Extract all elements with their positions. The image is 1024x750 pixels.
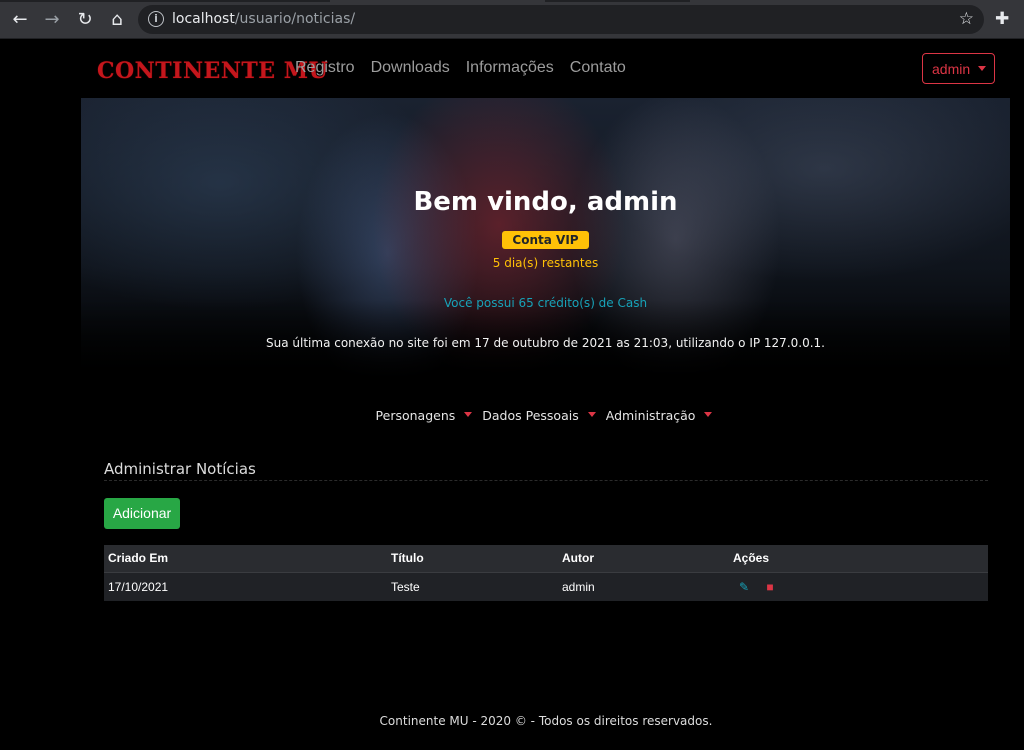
- submenu-administracao[interactable]: Administração: [606, 408, 713, 423]
- news-table: Criado Em Título Autor Ações 17/10/2021 …: [104, 545, 988, 601]
- chevron-down-icon: [587, 412, 596, 417]
- site-logo[interactable]: CONTINENTE MU: [97, 58, 328, 84]
- vip-badge: Conta VIP: [502, 231, 589, 249]
- cell-actions: ✎ ■: [729, 572, 988, 601]
- site-navbar: CONTINENTE MU Registro Downloads Informa…: [0, 39, 1024, 98]
- extensions-puzzle-icon[interactable]: ✚: [995, 9, 1015, 29]
- cell-date: 17/10/2021: [104, 572, 387, 601]
- submenu-label: Dados Pessoais: [482, 408, 579, 423]
- bookmark-star-icon[interactable]: ☆: [959, 9, 974, 29]
- url-path: /usuario/noticias/: [234, 11, 356, 27]
- site-info-icon[interactable]: i: [148, 11, 164, 27]
- page-title: Administrar Notícias: [104, 460, 256, 478]
- table-header-row: Criado Em Título Autor Ações: [104, 545, 988, 573]
- cell-title: Teste: [387, 572, 558, 601]
- chevron-down-icon: [464, 412, 473, 417]
- address-bar[interactable]: i localhost/usuario/noticias/ ☆: [138, 5, 984, 34]
- chevron-down-icon: [978, 66, 987, 71]
- tab-strip-edge: [545, 0, 690, 2]
- delete-trash-icon[interactable]: ■: [763, 580, 777, 594]
- submenu-label: Administração: [605, 408, 696, 423]
- menu-item-informacoes[interactable]: Informações: [466, 59, 554, 77]
- home-icon[interactable]: ⌂: [106, 9, 128, 31]
- account-submenu: Personagens Dados Pessoais Administração: [0, 408, 1024, 423]
- user-dropdown-label: admin: [932, 61, 971, 77]
- main-menu: Registro Downloads Informações Contato: [295, 59, 626, 77]
- submenu-dados-pessoais[interactable]: Dados Pessoais: [482, 408, 596, 423]
- table-row: 17/10/2021 Teste admin ✎ ■: [104, 572, 988, 601]
- column-header: Ações: [729, 545, 988, 573]
- column-header: Título: [387, 545, 558, 573]
- site-footer: Continente MU - 2020 © - Todos os direit…: [379, 714, 713, 728]
- cell-author: admin: [558, 572, 729, 601]
- submenu-label: Personagens: [375, 408, 456, 423]
- cash-credits: Você possui 65 crédito(s) de Cash: [443, 296, 648, 310]
- welcome-heading: Bem vindo, admin: [413, 187, 678, 217]
- column-header: Criado Em: [104, 545, 387, 573]
- browser-toolbar: ← → ↻ ⌂ i localhost/usuario/noticias/ ☆ …: [0, 0, 1024, 39]
- divider: [104, 480, 988, 481]
- reload-icon[interactable]: ↻: [74, 9, 96, 31]
- menu-item-registro[interactable]: Registro: [295, 59, 355, 77]
- edit-pencil-icon[interactable]: ✎: [737, 580, 751, 594]
- submenu-personagens[interactable]: Personagens: [376, 408, 473, 423]
- user-dropdown-button[interactable]: admin: [922, 53, 995, 84]
- hero-banner: Bem vindo, admin Conta VIP 5 dia(s) rest…: [81, 98, 1010, 380]
- column-header: Autor: [558, 545, 729, 573]
- vip-days-remaining: 5 dia(s) restantes: [492, 256, 599, 270]
- back-icon[interactable]: ←: [9, 9, 31, 31]
- url-host: localhost: [172, 11, 235, 27]
- menu-item-contato[interactable]: Contato: [570, 59, 626, 77]
- last-connection-info: Sua última conexão no site foi em 17 de …: [266, 336, 825, 350]
- menu-item-downloads[interactable]: Downloads: [371, 59, 450, 77]
- chevron-down-icon: [704, 412, 713, 417]
- forward-icon[interactable]: →: [41, 9, 63, 31]
- tab-strip-edge: [0, 0, 330, 2]
- add-news-button[interactable]: Adicionar: [104, 498, 180, 529]
- url-text: localhost/usuario/noticias/: [172, 11, 355, 27]
